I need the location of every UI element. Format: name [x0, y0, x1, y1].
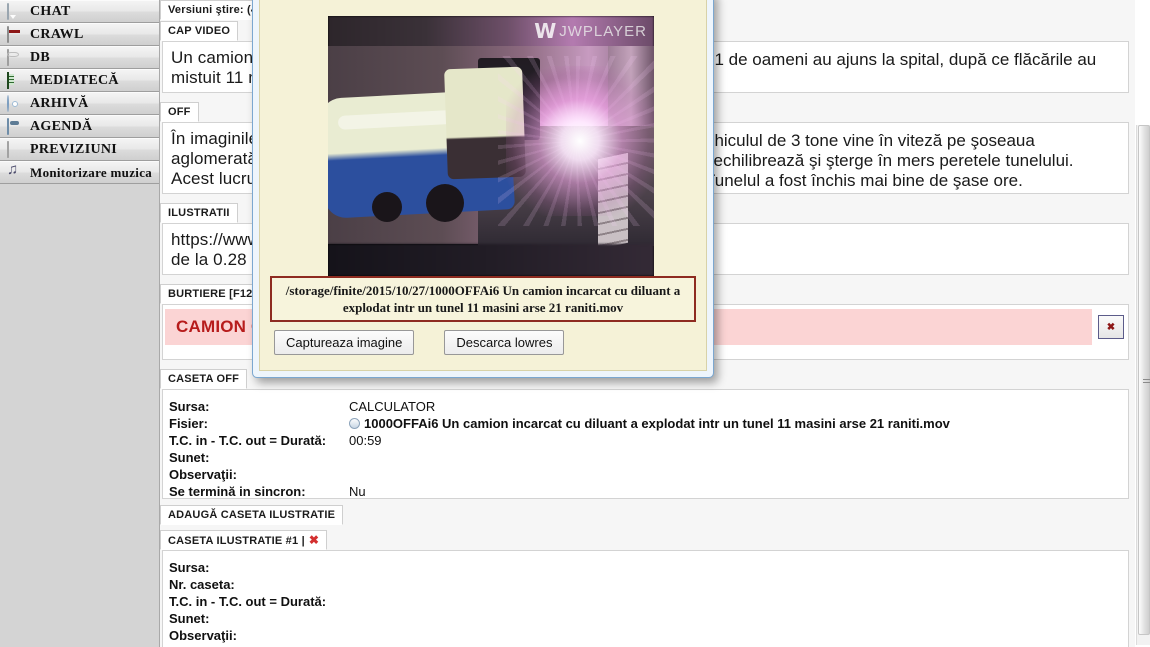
- scrollbar-thumb[interactable]: [1138, 125, 1150, 635]
- sidebar-item-label: CRAWL: [30, 26, 84, 42]
- sidebar-item-monitorizare-muzica[interactable]: Monitorizare muzica: [0, 161, 159, 184]
- detail-row: T.C. in - T.C. out = Durată: 00:59: [169, 432, 1120, 449]
- sidebar-item-label: ARHIVĂ: [30, 95, 89, 111]
- detail-value: [349, 610, 1120, 627]
- music-note-icon: [7, 165, 24, 180]
- dialog-body: W JWPLAYER /storage/finite/2015/10/27/10…: [259, 0, 707, 371]
- cap-video-text-right: 21 de oameni au ajuns la spital, după ce…: [705, 50, 1097, 69]
- main-vertical-scrollbar[interactable]: [1136, 125, 1150, 645]
- detail-key: Observaţii:: [169, 467, 237, 482]
- sidebar-item-label: Monitorizare muzica: [30, 164, 153, 180]
- fisier-filename: 1000OFFAi6 Un camion incarcat cu diluant…: [364, 416, 950, 431]
- jwplayer-watermark: W JWPLAYER: [534, 21, 647, 41]
- play-icon[interactable]: [349, 418, 360, 429]
- sidebar-item-label: CHAT: [30, 3, 71, 19]
- detail-key: Sursa:: [169, 399, 210, 414]
- tab-ilustratii[interactable]: ILUSTRATII: [160, 203, 238, 223]
- video-player[interactable]: W JWPLAYER: [328, 16, 654, 276]
- video-wheel: [372, 192, 402, 222]
- video-frame: [328, 16, 654, 276]
- detail-row: T.C. in - T.C. out = Durată:: [169, 593, 1120, 610]
- disc-icon: [7, 95, 24, 112]
- detail-row: Sunet:: [169, 610, 1120, 627]
- detail-value: 00:59: [349, 433, 382, 448]
- application-window: CHAT CRAWL DB MEDIATECĂ ARHIVĂ AGENDĂ PR…: [0, 0, 1150, 647]
- burtiera-delete-button[interactable]: ✖: [1098, 315, 1124, 339]
- detail-key: Sursa:: [169, 560, 210, 575]
- detail-key: Fisier:: [169, 416, 209, 431]
- detail-row: Sursa: CALCULATOR: [169, 398, 1120, 415]
- section-head-caseta-ilustratie: CASETA ILUSTRATIE #1 | ✖: [160, 530, 1135, 550]
- detail-value: [349, 627, 1120, 644]
- detail-row: Sunet:: [169, 449, 1120, 466]
- video-file-path: /storage/finite/2015/10/27/1000OFFAi6 Un…: [270, 276, 696, 322]
- tab-caseta-off[interactable]: CASETA OFF: [160, 369, 248, 389]
- sidebar-item-label: DB: [30, 49, 51, 65]
- captureaza-imagine-button[interactable]: Captureaza imagine: [274, 330, 415, 355]
- detail-value: Nu: [349, 484, 366, 499]
- sidebar-item-crawl[interactable]: CRAWL: [0, 23, 159, 46]
- sidebar-item-mediateca[interactable]: MEDIATECĂ: [0, 69, 159, 92]
- detail-value: CALCULATOR: [349, 399, 436, 414]
- detail-value-fisier[interactable]: 1000OFFAi6 Un camion incarcat cu diluant…: [349, 415, 1120, 432]
- left-sidebar: CHAT CRAWL DB MEDIATECĂ ARHIVĂ AGENDĂ PR…: [0, 0, 160, 647]
- caseta-ilustratie-details: Sursa: Nr. caseta: T.C. in - T.C. out = …: [163, 551, 1128, 647]
- detail-key: T.C. in - T.C. out = Durată:: [169, 594, 327, 609]
- section-head-add-caseta: ADAUGĂ CASETA ILUSTRATIE: [160, 505, 1135, 525]
- sidebar-item-db[interactable]: DB: [0, 46, 159, 69]
- detail-key: Se termină in sincron:: [169, 484, 306, 499]
- film-icon: [7, 72, 24, 89]
- detail-key: Sunet:: [169, 450, 210, 465]
- video-bottom-band: [328, 244, 654, 276]
- chat-icon: [7, 3, 24, 20]
- tab-caseta-ilustratie-1[interactable]: CASETA ILUSTRATIE #1 | ✖: [160, 530, 328, 550]
- detail-value: [349, 449, 1120, 466]
- jwplayer-logo-text: JWPLAYER: [559, 22, 647, 40]
- caseta-ilustratie-label: CASETA ILUSTRATIE #1 |: [168, 535, 305, 547]
- panel-caseta-ilustratie: Sursa: Nr. caseta: T.C. in - T.C. out = …: [162, 550, 1129, 647]
- detail-row: Fisier: 1000OFFAi6 Un camion incarcat cu…: [169, 415, 1120, 432]
- sidebar-item-label: AGENDĂ: [30, 118, 93, 134]
- crawl-icon: [7, 26, 24, 43]
- sidebar-item-chat[interactable]: CHAT: [0, 0, 159, 23]
- detail-key: T.C. in - T.C. out = Durată:: [169, 433, 327, 448]
- detail-value: [349, 559, 1120, 576]
- sidebar-item-label: MEDIATECĂ: [30, 72, 119, 88]
- sidebar-item-label: PREVIZIUNI: [30, 141, 118, 157]
- tab-off[interactable]: OFF: [160, 102, 199, 122]
- descarca-lowres-button[interactable]: Descarca lowres: [444, 330, 565, 355]
- dialog-buttons: Captureaza imagine Descarca lowres: [274, 330, 565, 355]
- detail-row: Observaţii:: [169, 466, 1120, 483]
- detail-value: [349, 466, 1120, 483]
- scrollbar-grip: [1143, 379, 1150, 385]
- database-icon: [7, 49, 24, 66]
- tab-versiuni-stire[interactable]: Versiuni ştire: (4: [160, 0, 266, 20]
- sidebar-item-previziuni[interactable]: PREVIZIUNI: [0, 138, 159, 161]
- jwplayer-logo-mark: W: [534, 19, 557, 43]
- delete-icon[interactable]: ✖: [309, 533, 319, 547]
- detail-key: Nr. caseta:: [169, 577, 235, 592]
- sidebar-item-agenda[interactable]: AGENDĂ: [0, 115, 159, 138]
- detail-key: Observaţii:: [169, 628, 237, 643]
- detail-row: Se termină in sincron: Nu: [169, 483, 1120, 500]
- detail-row: Sursa:: [169, 559, 1120, 576]
- detail-value: [349, 593, 1120, 610]
- detail-value: [349, 576, 1120, 593]
- add-caseta-ilustratie-button[interactable]: ADAUGĂ CASETA ILUSTRATIE: [160, 505, 344, 525]
- tab-cap-video[interactable]: CAP VIDEO: [160, 21, 239, 41]
- database-icon: [7, 141, 24, 158]
- video-preview-dialog[interactable]: W JWPLAYER /storage/finite/2015/10/27/10…: [252, 0, 714, 378]
- video-wheel: [426, 184, 464, 222]
- sidebar-item-arhiva[interactable]: ARHIVĂ: [0, 92, 159, 115]
- off-text-right: ehiculul de 3 tone vine în viteză pe şos…: [705, 131, 1074, 190]
- phone-icon: [7, 118, 24, 135]
- detail-row: Nr. caseta:: [169, 576, 1120, 593]
- detail-row: Observaţii:: [169, 627, 1120, 644]
- caseta-off-details: Sursa: CALCULATOR Fisier: 1000OFFAi6 Un …: [163, 390, 1128, 508]
- video-fire-glare: [506, 66, 654, 216]
- detail-key: Sunet:: [169, 611, 210, 626]
- panel-caseta-off: Sursa: CALCULATOR Fisier: 1000OFFAi6 Un …: [162, 389, 1129, 499]
